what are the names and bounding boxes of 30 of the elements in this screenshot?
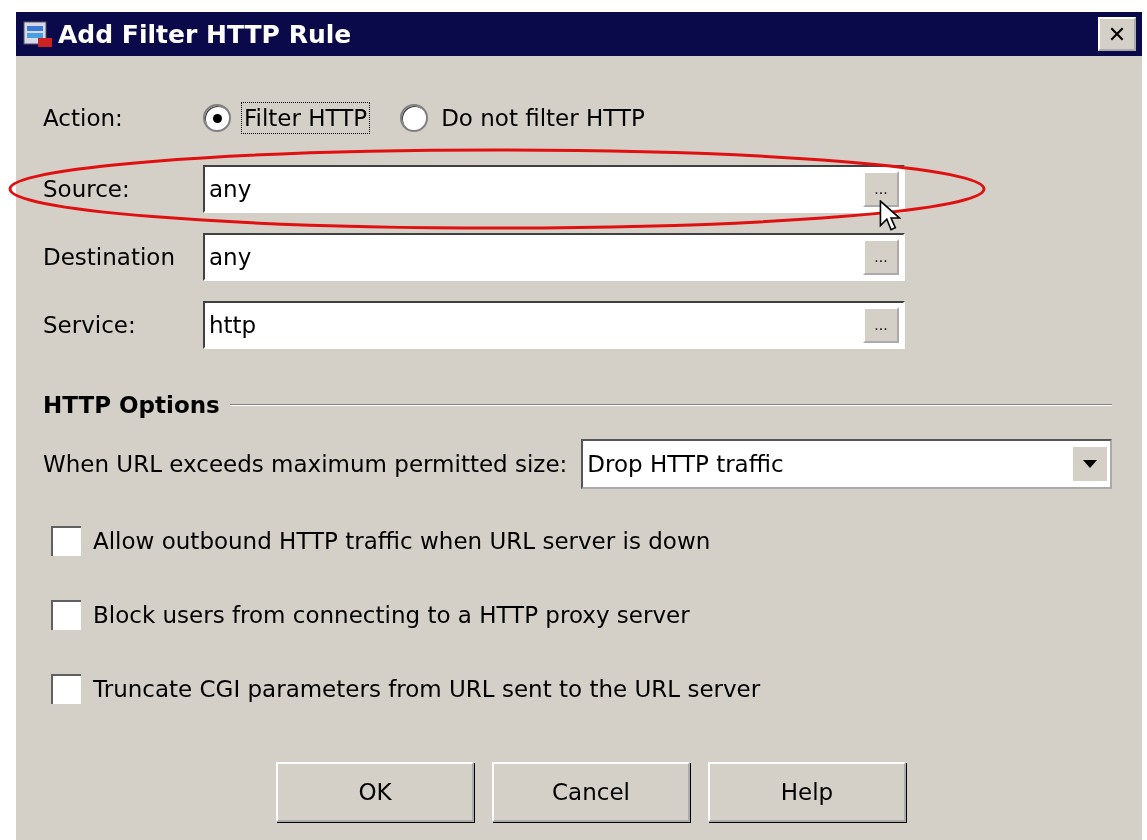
dialog-button[interactable]: OK <box>276 762 474 822</box>
checkbox-label: Truncate CGI parameters from URL sent to the URL server <box>93 676 761 702</box>
radio-button[interactable] <box>400 104 429 132</box>
browse-button[interactable]: ... <box>863 171 899 207</box>
field-label: Destination <box>43 244 176 270</box>
input-field[interactable]: any ... <box>203 233 905 281</box>
checkbox[interactable] <box>51 674 81 704</box>
radio-label[interactable]: Filter HTTP <box>241 102 371 134</box>
field-label: Source: <box>43 176 131 202</box>
field-label: Service: <box>43 312 137 338</box>
close-button[interactable]: ✕ <box>1098 17 1136 51</box>
checkbox[interactable] <box>51 526 81 556</box>
input-field[interactable]: http ... <box>203 301 905 349</box>
cursor-icon <box>879 200 901 234</box>
url-size-label: When URL exceeds maximum permitted size: <box>43 451 568 477</box>
dialog-button[interactable]: Help <box>708 762 906 822</box>
checkbox-label: Allow outbound HTTP traffic when URL server is down <box>93 528 711 554</box>
radio-label[interactable]: Do not filter HTTP <box>438 102 648 134</box>
browse-button[interactable]: ... <box>863 307 899 343</box>
browse-button[interactable]: ... <box>863 239 899 275</box>
section-title: HTTP Options <box>43 392 220 418</box>
checkbox-label: Block users from connecting to a HTTP proxy server <box>93 602 690 628</box>
window-title: Add Filter HTTP Rule <box>58 19 353 49</box>
action-label: Action: <box>43 105 124 131</box>
app-icon <box>22 18 54 50</box>
dropdown[interactable]: Drop HTTP traffic <box>581 439 1112 489</box>
radio-button[interactable] <box>203 104 231 132</box>
input-field[interactable]: any ... <box>203 165 905 213</box>
checkbox[interactable] <box>51 600 81 630</box>
dialog-button[interactable]: Cancel <box>492 762 690 822</box>
